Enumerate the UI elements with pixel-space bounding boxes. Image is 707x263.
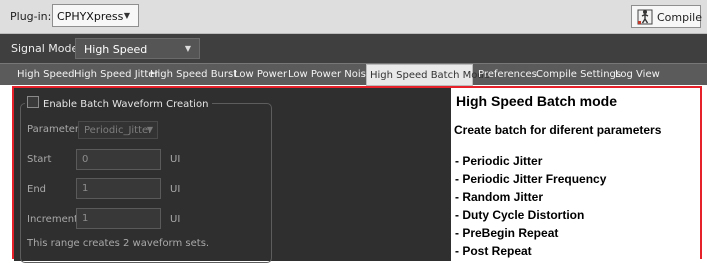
- increment-value: 1: [82, 213, 89, 224]
- signal-mode-label: Signal Mode:: [11, 42, 82, 55]
- start-label: Start: [27, 154, 52, 165]
- compile-button-label: Compile: [657, 11, 702, 24]
- annotation-item: - PreBegin Repeat: [455, 226, 559, 240]
- range-note: This range creates 2 waveform sets.: [27, 238, 210, 249]
- parameter-select[interactable]: Periodic_Jitter ▼: [78, 121, 158, 139]
- annotation-item: - Periodic Jitter Frequency: [455, 172, 607, 186]
- increment-label: Increment: [27, 214, 78, 225]
- compile-person-icon: [637, 9, 653, 25]
- end-unit: UI: [170, 184, 181, 195]
- signal-mode-select[interactable]: High Speed ▼: [75, 38, 200, 59]
- tab-high-speed[interactable]: High Speed: [17, 64, 75, 85]
- enable-batch-label: Enable Batch Waveform Creation: [43, 99, 209, 110]
- checkbox-icon[interactable]: [27, 96, 39, 108]
- increment-unit: UI: [170, 214, 181, 225]
- start-value: 0: [82, 154, 89, 165]
- end-input[interactable]: 1: [76, 178, 161, 199]
- signal-mode-value: High Speed: [84, 43, 148, 56]
- plugin-label: Plug-in:: [10, 10, 52, 23]
- start-unit: UI: [170, 154, 181, 165]
- signal-mode-bar: Signal Mode: High Speed ▼: [0, 34, 707, 63]
- chevron-down-icon: ▼: [123, 11, 130, 20]
- annotation-panel: High Speed Batch mode Create batch for d…: [454, 88, 700, 261]
- annotation-item: - Periodic Jitter: [455, 154, 543, 168]
- annotation-item: - Duty Cycle Distortion: [455, 208, 585, 222]
- plugin-select-value: CPHYXpress: [57, 10, 124, 23]
- batch-mode-panel: Enable Batch Waveform Creation Parameter…: [12, 86, 702, 263]
- chevron-down-icon: ▼: [184, 44, 191, 53]
- chevron-down-icon: ▼: [146, 125, 153, 134]
- compile-button[interactable]: Compile: [631, 5, 702, 28]
- annotation-title: High Speed Batch mode: [456, 93, 618, 109]
- enable-batch-checkbox[interactable]: Enable Batch Waveform Creation: [25, 96, 213, 110]
- tab-low-power-noise[interactable]: Low Power Noise: [288, 64, 372, 85]
- start-input[interactable]: 0: [76, 149, 161, 170]
- end-value: 1: [82, 183, 89, 194]
- tab-high-speed-batch-mode[interactable]: High Speed Batch Mode: [366, 64, 490, 86]
- tab-low-power[interactable]: Low Power: [234, 64, 287, 85]
- annotation-item: - Post Repeat: [455, 244, 532, 258]
- plugin-toolbar: Plug-in: CPHYXpress ▼ Compile: [0, 0, 707, 34]
- annotation-subtitle: Create batch for diferent parameters: [454, 123, 662, 137]
- tab-preferences[interactable]: Preferences: [478, 64, 537, 85]
- parameter-select-value: Periodic_Jitter: [84, 125, 153, 136]
- tab-compile-settings[interactable]: Compile Settings: [536, 64, 621, 85]
- tab-high-speed-burst[interactable]: High Speed Burst: [150, 64, 237, 85]
- end-label: End: [27, 184, 47, 195]
- tab-log-view[interactable]: Log View: [615, 64, 660, 85]
- plugin-select[interactable]: CPHYXpress ▼: [52, 4, 139, 27]
- annotation-item: - Random Jitter: [455, 190, 544, 204]
- tab-high-speed-jitter[interactable]: High Speed Jitter: [74, 64, 159, 85]
- tab-bar: High Speed High Speed Jitter High Speed …: [0, 63, 707, 86]
- batch-settings-area: Enable Batch Waveform Creation Parameter…: [14, 88, 451, 263]
- parameter-label: Parameter: [27, 124, 80, 135]
- increment-input[interactable]: 1: [76, 208, 161, 229]
